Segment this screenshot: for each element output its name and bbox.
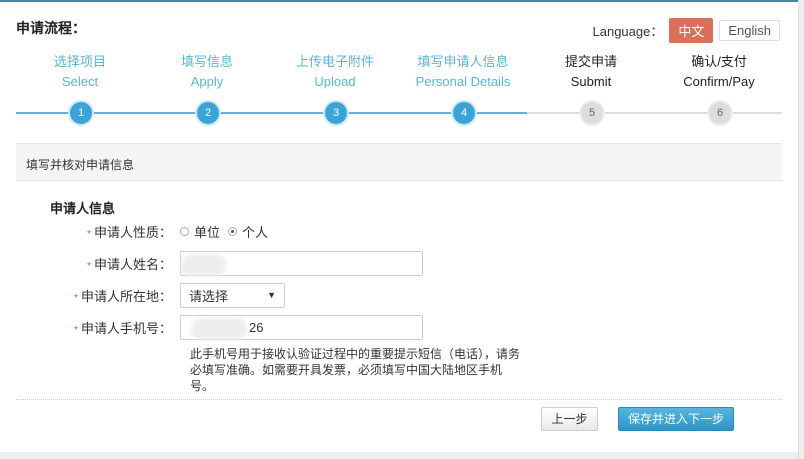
step-label-en: Select [61, 74, 99, 89]
step-number: 1 [68, 100, 94, 126]
applicant-type-row: * 申请人性质： 单位 个人 [0, 218, 600, 244]
applicant-location-label: * 申请人所在地： [0, 286, 180, 305]
chevron-down-icon: ▼ [267, 290, 276, 300]
step-number: 3 [323, 100, 349, 126]
label-text: 申请人性质： [93, 224, 172, 240]
redacted-blur [181, 253, 226, 276]
select-value: 请选择 [189, 288, 229, 304]
step-confirm-pay: 确认/支付 Confirm/Pay 6 [655, 52, 783, 126]
applicant-info-heading: 申请人信息 [50, 201, 116, 216]
language-switcher: Language： 中文 English [592, 18, 780, 43]
label-text: 申请人手机号： [80, 320, 172, 336]
phone-hint: 此手机号用于接收认验证过程中的重要提示短信（电话），请务必填写准确。如需要开具发… [190, 347, 521, 393]
step-number: 5 [579, 100, 605, 126]
applicant-phone-label: * 申请人手机号： [0, 318, 180, 337]
step-apply: 填写信息 Apply 2 [143, 52, 271, 126]
step-label-cn: 提交申请 [564, 54, 617, 69]
applicant-phone-row: * 申请人手机号： 26 [0, 314, 600, 340]
step-label-en: Confirm/Pay [683, 74, 755, 89]
step-label-cn: 上传电子附件 [295, 54, 374, 69]
required-mark: * [74, 292, 78, 304]
radio-person-label[interactable]: 个人 [242, 222, 268, 241]
step-label-en: Upload [314, 74, 356, 89]
input-value: 26 [249, 319, 264, 335]
step-submit: 提交申请 Submit 5 [527, 52, 655, 126]
step-label-cn: 选择项目 [53, 54, 106, 69]
applicant-location-row: * 申请人所在地： 请选择 ▼ [0, 282, 600, 308]
step-label-en: Apply [190, 74, 224, 89]
step-label-cn: 填写信息 [180, 54, 233, 69]
section-header: 填写并核对申请信息 [16, 143, 782, 181]
step-select: 选择项目 Select 1 [16, 52, 144, 126]
radio-org-label[interactable]: 单位 [194, 222, 220, 241]
step-number: 6 [707, 100, 733, 126]
required-mark: * [87, 260, 91, 272]
bottom-strip [0, 452, 798, 459]
applicant-name-row: * 申请人姓名： [0, 250, 600, 276]
required-mark: * [74, 324, 78, 336]
applicant-name-label: * 申请人姓名： [0, 254, 180, 273]
radio-person[interactable] [228, 226, 238, 236]
required-mark: * [87, 228, 91, 240]
applicant-phone-input[interactable]: 26 [180, 314, 423, 340]
previous-step-button[interactable]: 上一步 [541, 407, 598, 431]
divider [16, 399, 782, 400]
step-label-en: Submit [570, 74, 612, 89]
applicant-location-select[interactable]: 请选择 ▼ [180, 282, 285, 308]
step-label-cn: 填写申请人信息 [417, 54, 509, 69]
save-and-next-button[interactable]: 保存并进入下一步 [618, 407, 734, 431]
lang-zh-button[interactable]: 中文 [669, 18, 714, 43]
lang-en-button[interactable]: English [719, 20, 780, 41]
language-label: Language： [592, 24, 664, 39]
page-title: 申请流程： [16, 20, 86, 36]
applicant-type-label: * 申请人性质： [0, 222, 180, 241]
redacted-blur [191, 317, 247, 340]
radio-org[interactable] [180, 226, 189, 236]
scrollbar[interactable] [798, 0, 804, 459]
step-personal-details: 填写申请人信息 Personal Details 4 [399, 52, 527, 126]
step-label-en: Personal Details [415, 74, 511, 89]
step-upload: 上传电子附件 Upload 3 [271, 52, 399, 126]
step-number: 2 [195, 100, 221, 126]
label-text: 申请人姓名： [93, 256, 172, 272]
label-text: 申请人所在地： [80, 288, 172, 304]
top-border [0, 0, 798, 2]
progress-steps: 选择项目 Select 1 填写信息 Apply 2 上传电子附件 Upload… [16, 52, 782, 128]
applicant-name-input[interactable] [180, 250, 423, 276]
step-number: 4 [451, 100, 477, 126]
step-label-cn: 确认/支付 [691, 54, 747, 69]
